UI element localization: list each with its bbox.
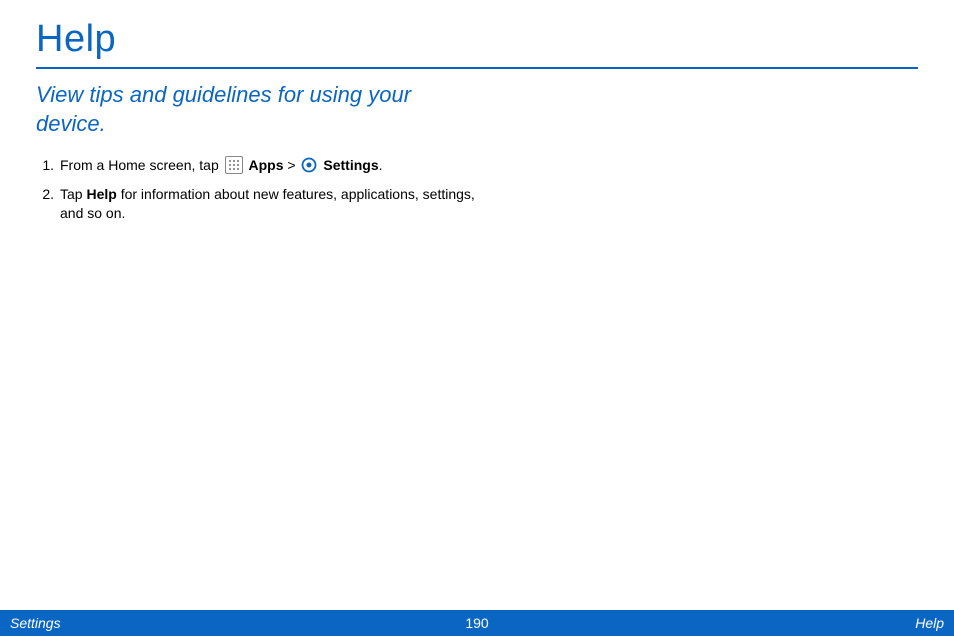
page: Help View tips and guidelines for using … — [0, 0, 954, 636]
page-subtitle: View tips and guidelines for using your … — [36, 81, 416, 138]
separator: > — [287, 157, 299, 173]
page-footer: Settings 190 Help — [0, 610, 954, 636]
step-text-bold: Help — [86, 186, 116, 202]
step-text-pre: Tap — [60, 186, 86, 202]
step-body: From a Home screen, tap Apps > — [60, 156, 496, 175]
content: Help View tips and guidelines for using … — [0, 0, 954, 223]
step-end: . — [379, 157, 383, 173]
step-body: Tap Help for information about new featu… — [60, 185, 496, 223]
page-title: Help — [36, 18, 918, 61]
horizontal-rule — [36, 67, 918, 69]
settings-label: Settings — [323, 157, 378, 173]
step-text: From a Home screen, tap — [60, 157, 223, 173]
step-1: 1. From a Home screen, tap — [36, 156, 496, 175]
apps-icon — [225, 156, 243, 174]
step-number: 2. — [36, 185, 60, 223]
steps-list: 1. From a Home screen, tap — [36, 156, 496, 223]
step-number: 1. — [36, 156, 60, 175]
footer-page-number: 190 — [465, 615, 488, 631]
apps-label: Apps — [249, 157, 284, 173]
step-2: 2. Tap Help for information about new fe… — [36, 185, 496, 223]
step-text-post: for information about new features, appl… — [60, 186, 475, 221]
footer-left: Settings — [0, 615, 465, 631]
footer-right: Help — [489, 615, 954, 631]
settings-icon — [301, 157, 317, 173]
